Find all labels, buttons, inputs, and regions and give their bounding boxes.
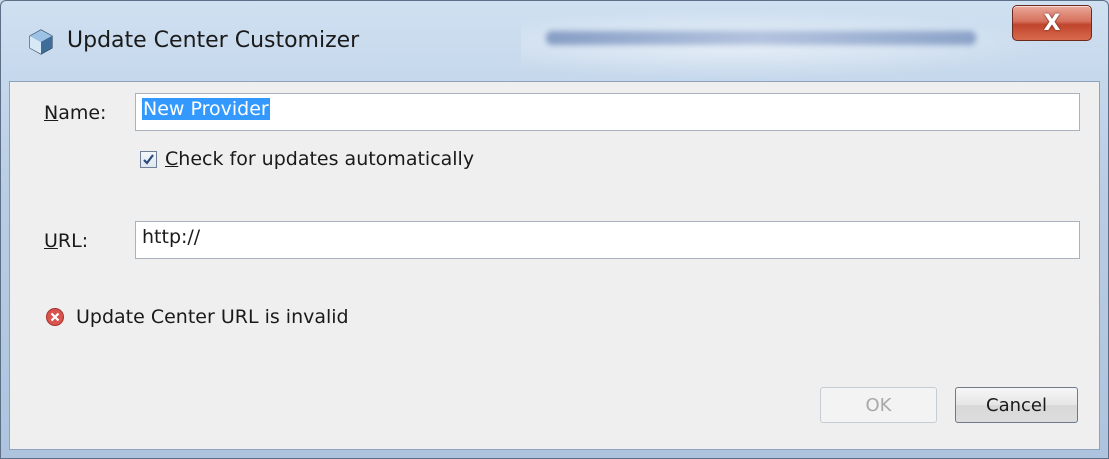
- auto-update-label: Check for updates automatically: [165, 148, 475, 170]
- validation-message: Update Center URL is invalid: [46, 305, 349, 329]
- auto-update-checkbox[interactable]: [140, 150, 157, 168]
- name-label: Name:: [44, 102, 107, 124]
- url-input[interactable]: http://: [135, 221, 1080, 259]
- background-blur: [546, 31, 976, 45]
- title-bar[interactable]: Update Center Customizer X: [1, 1, 1108, 81]
- close-button[interactable]: X: [1012, 5, 1092, 41]
- checkmark-icon: [143, 153, 154, 165]
- url-label: URL:: [44, 230, 89, 252]
- error-text: Update Center URL is invalid: [76, 306, 349, 328]
- name-input[interactable]: New Provider: [135, 93, 1080, 131]
- cube-icon: [29, 29, 53, 55]
- ok-button[interactable]: OK: [820, 387, 937, 423]
- cancel-button[interactable]: Cancel: [955, 387, 1078, 423]
- dialog-window: Update Center Customizer X Name: New Pro…: [0, 0, 1109, 459]
- name-input-value: New Provider: [142, 98, 270, 120]
- dialog-content: Name: New Provider Check for updates aut…: [9, 81, 1100, 450]
- close-icon: X: [1043, 10, 1061, 36]
- error-icon: [46, 308, 64, 326]
- window-title: Update Center Customizer: [67, 28, 360, 53]
- auto-update-checkbox-row[interactable]: Check for updates automatically: [140, 147, 474, 171]
